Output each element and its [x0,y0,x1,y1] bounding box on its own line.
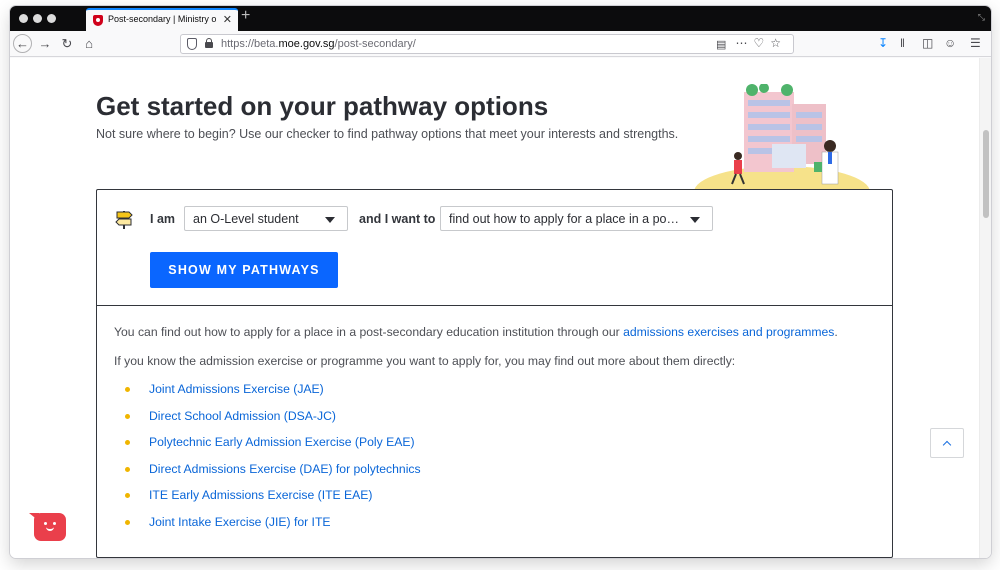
page-scrollbar[interactable] [979,58,991,558]
account-icon[interactable]: ☺ [944,36,956,50]
signpost-icon [115,211,133,229]
role-select[interactable]: an O-Level student [184,206,348,231]
page-subtitle: Not sure where to begin? Use our checker… [96,127,679,141]
pathway-checker-panel: I am an O-Level student and I want to fi… [96,189,893,558]
poly-eae-link[interactable]: Polytechnic Early Admission Exercise (Po… [149,435,415,449]
chat-eye-right [53,522,56,525]
url-bar[interactable]: https://beta.moe.gov.sg/post-secondary/ … [180,34,794,54]
show-my-pathways-button[interactable]: SHOW MY PATHWAYS [150,252,338,288]
page-actions-icons[interactable]: ⋯♡☆ [735,36,787,50]
close-window-dot[interactable] [19,14,28,23]
maximize-window-dot[interactable] [47,14,56,23]
i-am-label: I am [150,212,176,226]
url-path: /post-secondary/ [334,38,416,50]
bullet-icon [125,440,130,445]
campus-illustration [694,84,870,192]
list-item: Joint Intake Exercise (JIE) for ITE [125,515,525,531]
window-resize-icon: ⤡ [977,12,985,22]
and-want-label: and I want to [359,212,436,226]
page-viewport: Get started on your pathway options Not … [10,58,991,558]
ite-eae-link[interactable]: ITE Early Admissions Exercise (ITE EAE) [149,488,373,502]
checker-form: I am an O-Level student and I want to fi… [97,190,892,306]
menu-icon[interactable]: ☰ [970,36,981,50]
jie-link[interactable]: Joint Intake Exercise (JIE) for ITE [149,515,331,529]
tab-strip: Post-secondary | Ministry of Ed ✕ + ⤡ [10,6,991,31]
browser-window: Post-secondary | Ministry of Ed ✕ + ⤡ ← … [10,6,991,558]
active-tab[interactable]: Post-secondary | Ministry of Ed ✕ [86,8,238,31]
tracking-shield-icon[interactable] [187,38,197,50]
reload-button[interactable]: ↻ [57,34,77,54]
scrollbar-thumb[interactable] [983,130,989,218]
goal-select-value: find out how to apply for a place in a p… [449,212,680,226]
list-item: Direct School Admission (DSA-JC) [125,409,525,425]
chevron-down-icon [690,217,700,223]
list-item: ITE Early Admissions Exercise (ITE EAE) [125,488,525,504]
bullet-icon [125,493,130,498]
bullet-icon [125,414,130,419]
dae-link[interactable]: Direct Admissions Exercise (DAE) for pol… [149,462,421,476]
result-intro-text: You can find out how to apply for a plac… [114,325,624,339]
tab-close-icon[interactable]: ✕ [223,13,232,26]
dsa-jc-link[interactable]: Direct School Admission (DSA-JC) [149,409,336,423]
result-intro: You can find out how to apply for a plac… [114,325,838,339]
moe-favicon-icon [93,15,103,26]
library-icon[interactable]: ‖ [900,36,905,50]
url-text[interactable]: https://beta.moe.gov.sg/post-secondary/ [221,38,416,50]
bullet-icon [125,467,130,472]
reader-view-icon[interactable]: ▤ [716,38,726,51]
goal-select[interactable]: find out how to apply for a place in a p… [440,206,713,231]
back-button[interactable]: ← [13,34,32,53]
role-select-value: an O-Level student [193,212,299,226]
back-to-top-button[interactable] [930,428,964,458]
chatbot-launcher-icon[interactable] [29,513,66,541]
chat-eye-left [44,522,47,525]
tab-title: Post-secondary | Ministry of Ed [108,14,216,24]
sidebar-icon[interactable]: ◫ [922,36,933,50]
navigation-bar: ← → ↻ ⌂ https://beta.moe.gov.sg/post-sec… [10,31,991,57]
bullet-icon [125,520,130,525]
home-button[interactable]: ⌂ [79,34,99,54]
url-prefix: https://beta. [221,38,279,50]
admissions-link[interactable]: admissions exercises and programmes [623,325,834,339]
downloads-icon[interactable]: ↧ [878,36,888,50]
result-direct-text: If you know the admission exercise or pr… [114,354,736,368]
result-intro-end: . [834,325,838,339]
list-item: Joint Admissions Exercise (JAE) [125,382,525,398]
minimize-window-dot[interactable] [33,14,42,23]
new-tab-button[interactable]: + [241,7,250,25]
page-title: Get started on your pathway options [96,91,549,121]
jae-link[interactable]: Joint Admissions Exercise (JAE) [149,382,324,396]
lock-icon[interactable] [205,38,213,48]
forward-button[interactable]: → [35,34,55,54]
url-domain: moe.gov.sg [278,38,335,50]
chat-mouth [46,527,54,531]
chevron-down-icon [325,217,335,223]
bullet-icon [125,387,130,392]
list-item: Direct Admissions Exercise (DAE) for pol… [125,462,525,478]
list-item: Polytechnic Early Admission Exercise (Po… [125,435,525,451]
